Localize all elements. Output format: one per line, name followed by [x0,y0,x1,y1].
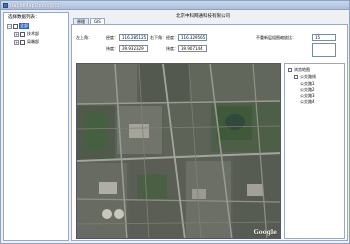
layer-root[interactable]: 浏览地图 [288,67,310,73]
company-heading: 北京中科网通科技有限公司 [176,14,230,19]
layer-group-label: 公交路线 [300,74,316,79]
expand-icon[interactable]: + [14,39,19,45]
satellite-map[interactable]: Google [76,63,281,239]
map-imagery [77,64,280,238]
data-list-caption: 选择数据列表： [8,15,40,20]
longitude-label: 经度： [166,35,178,40]
layer-item-label: 公交路4 [300,99,315,104]
app-window: RapidMapDemo窗口 选择数据列表： − 全部 + 技术部 + 局端部 … [0,0,350,244]
layer-group[interactable]: 公交路线 [294,74,316,80]
zoom-preview-box [312,43,336,57]
top-left-latitude-field[interactable]: 39.932329 [119,45,148,52]
data-list-panel: 选择数据列表： − 全部 + 技术部 + 局端部 [3,12,69,241]
gis-tab-content: 左上角： 经度： 116.285125 纬度： 39.932329 右下角： 经… [71,24,348,241]
collapse-icon[interactable] [288,68,292,72]
top-left-label: 左上角： [76,35,92,40]
zoom-label: 不重新层组图缩放比： [256,35,296,40]
layer-panel: 浏览地图 公交路线 公交路1 公交路2 公交路3 公交路4 [284,63,345,239]
zoom-level-field[interactable]: 15 [312,34,336,41]
bottom-right-longitude-field[interactable]: 116.329565 [178,34,207,41]
bottom-right-label: 右下角： [150,35,166,40]
bottom-right-latitude-field[interactable]: 39.907144 [178,45,207,52]
collapse-icon[interactable]: − [7,23,12,29]
expand-icon[interactable]: + [14,31,19,37]
latitude-label: 纬度： [106,46,118,51]
data-tree: − 全部 + 技术部 + 局端部 [7,22,40,46]
latitude-label: 纬度： [166,46,178,51]
tree-node-root[interactable]: − 全部 [7,22,40,30]
map-credit: Google [253,229,277,236]
checkbox[interactable] [20,39,25,45]
longitude-label: 经度： [106,35,118,40]
collapse-icon[interactable] [294,75,298,79]
tree-node[interactable]: + 技术部 [14,30,40,38]
checkbox[interactable] [13,23,18,29]
tree-node[interactable]: + 局端部 [14,38,40,46]
main-area: 北京中科网通科技有限公司 原理 GIS 左上角： 经度： 116.285125 … [71,12,348,241]
title-bar[interactable]: RapidMapDemo窗口 [1,1,349,10]
window-title: RapidMapDemo窗口 [10,3,60,9]
checkbox[interactable] [20,31,25,37]
tree-node-label[interactable]: 技术部 [26,31,40,37]
tree-node-label[interactable]: 局端部 [26,39,40,45]
tree-node-label[interactable]: 全部 [19,23,29,29]
app-icon [3,3,8,8]
top-left-longitude-field[interactable]: 116.285125 [119,34,148,41]
layer-root-label: 浏览地图 [294,67,310,72]
layer-item[interactable]: 公交路4 [300,99,315,105]
